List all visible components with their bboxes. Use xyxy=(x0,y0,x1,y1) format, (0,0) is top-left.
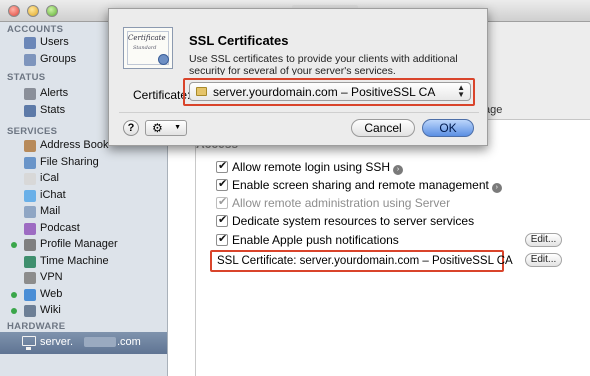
sidebar-item-profile-manager[interactable]: Profile Manager xyxy=(0,237,167,253)
certificate-icon-title: Certificate xyxy=(128,34,166,42)
sidebar-item-label: Profile Manager xyxy=(40,238,118,250)
ok-button[interactable]: OK xyxy=(422,119,474,137)
access-option-row[interactable]: Enable screen sharing and remote managem… xyxy=(216,177,502,193)
accounts-header: ACCOUNTS xyxy=(7,24,64,35)
sidebar-item-wiki[interactable]: Wiki xyxy=(0,303,167,319)
wiki-icon xyxy=(24,305,36,317)
time-machine-icon xyxy=(24,255,36,268)
access-option-row[interactable]: Dedicate system resources to server serv… xyxy=(216,213,475,228)
sidebar-item-label: iChat xyxy=(40,188,66,201)
sidebar-item-server[interactable]: server. .com xyxy=(0,332,167,354)
service-running-indicator xyxy=(11,242,17,248)
access-option-label: Dedicate system resources to server serv… xyxy=(232,214,475,228)
podcast-icon xyxy=(24,222,36,235)
sidebar-item-label: iCal xyxy=(40,172,59,184)
sidebar-item-label: Podcast xyxy=(40,221,80,234)
sidebar-item-label: Stats xyxy=(40,103,66,116)
redacted-hostname xyxy=(84,337,116,347)
certificate-popup[interactable]: server.yourdomain.com – PositiveSSL CA ▲… xyxy=(189,82,471,101)
seal-icon xyxy=(158,54,169,65)
gear-icon: ⚙ xyxy=(152,121,163,135)
mail-icon xyxy=(24,206,36,218)
sidebar-item-ical[interactable]: iCal xyxy=(0,171,167,187)
checkbox[interactable] xyxy=(216,159,228,173)
users-icon xyxy=(24,37,36,49)
sidebar-item-label: Users xyxy=(40,36,69,48)
service-running-indicator xyxy=(11,291,17,298)
sidebar-item-label: Mail xyxy=(40,205,61,217)
vpn-icon xyxy=(24,272,36,284)
sidebar-item-time-machine[interactable]: Time Machine xyxy=(0,254,167,270)
sidebar-item-web[interactable]: Web xyxy=(0,287,167,303)
server-item-label: server. xyxy=(40,336,74,348)
help-button[interactable]: ? xyxy=(123,120,139,136)
sidebar-item-label: VPN xyxy=(40,271,63,283)
access-option-label: Enable Apple push notifications xyxy=(232,233,399,247)
certificate-small-icon xyxy=(196,87,207,96)
sidebar-item-ichat[interactable]: iChat xyxy=(0,188,167,204)
access-option-label: Enable screen sharing and remote managem… xyxy=(232,178,489,192)
status-header: STATUS xyxy=(7,72,46,83)
checkbox[interactable] xyxy=(216,195,228,209)
certificate-icon-subtitle: Standard xyxy=(133,45,157,51)
sidebar-item-podcast[interactable]: Podcast xyxy=(0,221,167,237)
sidebar-item-label: Groups xyxy=(40,52,77,65)
sidebar-item-label: Address Book xyxy=(40,139,109,151)
ichat-icon xyxy=(24,189,36,202)
checkbox[interactable] xyxy=(216,177,228,191)
separator xyxy=(119,112,479,113)
zoom-window-button[interactable] xyxy=(46,5,58,17)
sidebar-item-label: Web xyxy=(40,287,63,300)
sidebar-item-mail[interactable]: Mail xyxy=(0,204,167,220)
checkbox[interactable] xyxy=(216,213,228,227)
ssl-certificate-line: SSL Certificate: server.yourdomain.com –… xyxy=(210,250,513,272)
address-book-icon xyxy=(24,140,36,152)
certificate-icon: Certificate Standard xyxy=(123,27,173,69)
arrow-right-icon[interactable]: › xyxy=(393,165,404,175)
sidebar-item-file-sharing[interactable]: File Sharing xyxy=(0,155,167,171)
ssl-certificates-sheet: Certificate Standard SSL Certificates Us… xyxy=(108,8,488,146)
profile-manager-icon xyxy=(24,239,36,251)
file-sharing-icon xyxy=(24,156,36,169)
services-header: SERVICES xyxy=(7,126,58,137)
sheet-description: Use SSL certificates to provide your cli… xyxy=(189,53,458,75)
ssl-certificate-edit-button[interactable]: Edit... xyxy=(525,253,562,267)
action-menu-button[interactable]: ⚙ ▼ xyxy=(145,120,187,136)
sidebar-item-label: Time Machine xyxy=(40,254,109,267)
sidebar-item-label: Wiki xyxy=(40,304,61,316)
ical-icon xyxy=(24,173,36,185)
chevron-down-icon: ▼ xyxy=(174,124,181,131)
cancel-button[interactable]: Cancel xyxy=(351,119,415,137)
alerts-icon xyxy=(24,88,36,100)
checkbox[interactable] xyxy=(216,232,228,246)
server-icon xyxy=(22,336,36,350)
push-notifications-edit-button[interactable]: Edit... xyxy=(525,233,562,247)
certificate-label: Certificate: xyxy=(133,88,191,102)
access-option-label: Allow remote administration using Server xyxy=(232,196,451,210)
certificate-popup-value: server.yourdomain.com – PositiveSSL CA xyxy=(213,85,436,99)
web-icon xyxy=(24,288,36,301)
access-option-label: Allow remote login using SSH xyxy=(232,160,391,174)
groups-icon xyxy=(24,53,36,66)
arrow-right-icon[interactable]: › xyxy=(491,183,502,193)
sheet-title: SSL Certificates xyxy=(189,33,289,48)
access-option-row[interactable]: Enable Apple push notifications xyxy=(216,232,399,247)
access-option-row[interactable]: Allow remote login using SSH› xyxy=(216,159,404,175)
stats-icon xyxy=(24,104,36,117)
popup-arrows-icon: ▲ ▼ xyxy=(457,83,465,99)
sidebar-item-label: File Sharing xyxy=(40,155,99,168)
close-window-button[interactable] xyxy=(8,5,20,17)
sidebar-item-vpn[interactable]: VPN xyxy=(0,270,167,286)
access-option-row[interactable]: Allow remote administration using Server xyxy=(216,195,451,210)
service-running-indicator xyxy=(11,308,17,314)
minimize-window-button[interactable] xyxy=(27,5,39,17)
hardware-header: HARDWARE xyxy=(7,321,66,332)
server-item-suffix: .com xyxy=(117,336,141,348)
sidebar-item-label: Alerts xyxy=(40,87,69,99)
